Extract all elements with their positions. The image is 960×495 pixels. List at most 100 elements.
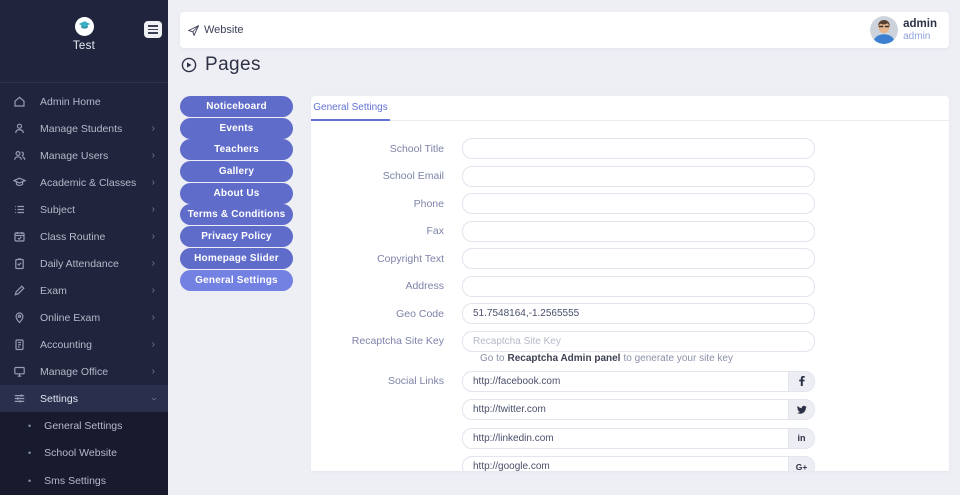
school-logo-icon[interactable] <box>74 17 94 36</box>
map-pin-icon <box>13 311 27 324</box>
recaptcha-hint: Go to Recaptcha Admin panel to generate … <box>480 353 949 364</box>
submenu-item-school-website[interactable]: • School Website <box>0 440 168 468</box>
sidebar-item-label: Subject <box>40 203 76 216</box>
chevron-right-icon: › <box>151 176 155 188</box>
general-settings-form: School Title School Email Phone Fax Copy… <box>311 121 949 471</box>
page-title: Pages <box>181 54 261 76</box>
social-row-twitter <box>311 399 949 420</box>
sidebar-item-label: Exam <box>40 284 67 297</box>
form-row: School Email <box>311 165 949 187</box>
users-icon <box>13 149 27 162</box>
sidebar-item-label: Admin Home <box>40 95 101 108</box>
sidebar-item-exam[interactable]: Exam › <box>0 277 168 304</box>
geo-code-input[interactable] <box>462 303 815 324</box>
form-row: Fax <box>311 220 949 242</box>
website-link-label: Website <box>204 24 244 36</box>
pill-privacy-policy[interactable]: Privacy Policy <box>180 226 293 248</box>
pill-gallery[interactable]: Gallery <box>180 161 293 183</box>
pill-general-settings[interactable]: General Settings <box>180 269 293 291</box>
sidebar-item-class-routine[interactable]: Class Routine › <box>0 223 168 250</box>
facebook-input-group <box>462 370 815 392</box>
twitter-url-input[interactable] <box>463 400 788 419</box>
sidebar-item-label: Manage Students <box>40 122 123 135</box>
graduation-cap-icon <box>13 176 27 189</box>
sidebar-item-label: Settings <box>40 392 78 405</box>
bullet-icon: • <box>28 448 32 459</box>
school-name: Test <box>72 40 96 52</box>
fax-input[interactable] <box>462 220 815 242</box>
submenu-item-general-settings[interactable]: • General Settings <box>0 412 168 440</box>
pill-terms-conditions[interactable]: Terms & Conditions <box>180 204 293 226</box>
chevron-right-icon: › <box>151 365 155 377</box>
recaptcha-site-key-input[interactable] <box>462 330 815 352</box>
facebook-url-input[interactable] <box>463 371 788 391</box>
sidebar-item-settings[interactable]: Settings › <box>0 385 168 412</box>
submenu-item-label: General Settings <box>44 419 123 432</box>
sidebar-item-label: Online Exam <box>40 311 101 324</box>
chevron-right-icon: › <box>151 203 155 215</box>
form-row: Address <box>311 275 949 297</box>
form-row: Geo Code <box>311 303 949 324</box>
chevron-right-icon: › <box>151 149 155 161</box>
form-row: School Title <box>311 138 949 159</box>
sidebar-item-subject[interactable]: Subject › <box>0 196 168 223</box>
user-menu[interactable]: admin admin <box>870 16 937 44</box>
pill-events[interactable]: Events <box>180 117 293 139</box>
page-title-text: Pages <box>205 54 261 75</box>
sidebar-item-label: Manage Users <box>40 149 109 162</box>
school-email-input[interactable] <box>462 165 815 187</box>
pill-noticeboard[interactable]: Noticeboard <box>180 96 293 117</box>
chevron-right-icon: › <box>151 338 155 350</box>
submenu-item-sms-settings[interactable]: • Sms Settings <box>0 467 168 495</box>
sidebar-item-daily-attendance[interactable]: Daily Attendance › <box>0 250 168 277</box>
pill-teachers[interactable]: Teachers <box>180 139 293 161</box>
sidebar-item-accounting[interactable]: Accounting › <box>0 331 168 358</box>
twitter-icon <box>788 400 814 419</box>
sidebar-item-label: Accounting <box>40 338 92 351</box>
field-label: School Title <box>389 142 444 155</box>
hint-link[interactable]: Recaptcha Admin panel <box>507 353 620 364</box>
chevron-right-icon: › <box>151 311 155 323</box>
tab-bar: General Settings <box>311 96 949 121</box>
clipboard-check-icon <box>13 257 27 270</box>
sidebar-item-online-exam[interactable]: Online Exam › <box>0 304 168 331</box>
website-link[interactable]: Website <box>188 24 244 36</box>
twitter-input-group <box>462 399 815 420</box>
chevron-down-icon: › <box>148 396 160 401</box>
phone-input[interactable] <box>462 193 815 214</box>
bullet-icon: • <box>28 475 32 486</box>
chevron-right-icon: › <box>151 122 155 134</box>
linkedin-glyph: in <box>797 433 806 443</box>
user-name: admin <box>903 17 937 30</box>
settings-card: General Settings School Title School Ema… <box>311 96 949 471</box>
sidebar-item-label: Manage Office <box>40 365 109 378</box>
chevron-right-icon: › <box>151 257 155 269</box>
bullet-icon: • <box>28 420 32 431</box>
linkedin-url-input[interactable] <box>463 428 788 448</box>
field-label: Recaptcha Site Key <box>351 335 444 347</box>
school-title-input[interactable] <box>462 138 815 159</box>
sidebar-header: Test <box>0 17 168 83</box>
sidebar-item-admin-home[interactable]: Admin Home <box>0 88 168 115</box>
social-row-linkedin: in <box>311 427 949 449</box>
pill-homepage-slider[interactable]: Homepage Slider <box>180 247 293 269</box>
user-text: admin admin <box>903 18 937 43</box>
sidebar-item-academic-classes[interactable]: Academic & Classes › <box>0 169 168 196</box>
sidebar-item-manage-office[interactable]: Manage Office › <box>0 358 168 385</box>
linkedin-icon: in <box>788 428 814 448</box>
student-icon <box>13 122 27 135</box>
sidebar-item-manage-students[interactable]: Manage Students › <box>0 115 168 142</box>
google-url-input[interactable] <box>463 457 788 471</box>
ledger-icon <box>13 338 27 351</box>
home-icon <box>13 95 27 108</box>
menu-icon[interactable] <box>144 21 162 38</box>
sidebar-item-manage-users[interactable]: Manage Users › <box>0 142 168 169</box>
pill-about-us[interactable]: About Us <box>180 182 293 204</box>
sidebar-nav: Admin Home Manage Students › Manage User… <box>0 83 168 495</box>
tab-general-settings[interactable]: General Settings <box>311 96 390 121</box>
copyright-text-input[interactable] <box>462 248 815 269</box>
address-input[interactable] <box>462 275 815 297</box>
user-avatar <box>870 16 899 44</box>
user-role: admin <box>903 30 931 42</box>
field-label: Social Links <box>387 375 444 387</box>
